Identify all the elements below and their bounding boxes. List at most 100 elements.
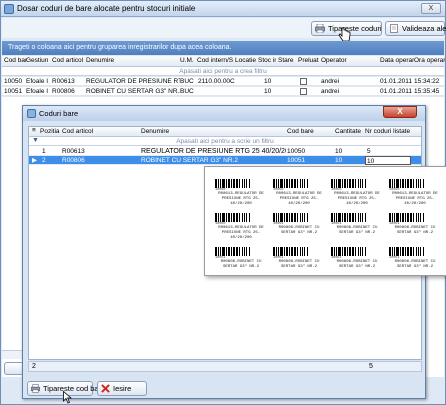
barcode-caption: R00806-ROBINET CU SERTAR G3" NR.2 bbox=[394, 260, 436, 269]
col-header[interactable]: Denumire bbox=[86, 57, 114, 64]
cell-cod-articol: R00613 bbox=[52, 78, 75, 85]
table-row[interactable]: 1 R00613 REGULATOR DE PRESIUNE RTG 25 40… bbox=[29, 147, 421, 156]
cell-gestiune: Efoale I bbox=[26, 78, 49, 85]
col-header[interactable]: Gestiun bbox=[26, 57, 48, 64]
barcode-caption: R00806-ROBINET CU SERTAR G3" NR.2 bbox=[336, 226, 378, 235]
print-barcodes-label: Tipareste cod bare bbox=[43, 384, 106, 393]
cell-cod-bare: 10050 bbox=[287, 148, 306, 155]
barcode-bars bbox=[273, 247, 323, 256]
col-header[interactable]: U.M. bbox=[180, 57, 194, 64]
red-x-icon bbox=[101, 384, 110, 393]
cell-denumire: ROBINET CU SERTAR G3" NR.2 bbox=[141, 157, 238, 164]
summary-count: 2 bbox=[32, 363, 36, 370]
preluat-checkbox[interactable] bbox=[300, 88, 307, 95]
barcode-label: 10051 R00806-ROBINET CU SERTAR G3" NR.2 bbox=[213, 247, 269, 275]
exit-button[interactable]: Iesire bbox=[97, 381, 147, 396]
arrow-cursor-icon bbox=[63, 391, 72, 404]
main-bottom-button[interactable] bbox=[4, 362, 24, 375]
barcode-bars bbox=[389, 213, 439, 222]
barcode-label: 10050 R00613-REGULATOR DE PRESIUNE RTG 25… bbox=[213, 179, 269, 207]
barcode-caption: R00613-REGULATOR DE PRESIUNE RTG 25-40/2… bbox=[276, 192, 322, 206]
main-close-button[interactable]: X bbox=[421, 3, 441, 14]
barcode-bars bbox=[331, 247, 381, 256]
validate-selection-button[interactable]: Valideaza alegerea bbox=[385, 21, 446, 36]
col-header[interactable]: Operator bbox=[321, 57, 347, 64]
row-pointer-icon: ▶ bbox=[32, 157, 37, 164]
dialog-title: Coduri bare bbox=[39, 109, 79, 118]
row-indicator-header: ≡ bbox=[32, 127, 36, 134]
grid-summary-footer: 2 5 bbox=[28, 361, 422, 372]
col-header[interactable]: Cod articol bbox=[52, 57, 83, 64]
barcode-bars bbox=[215, 247, 265, 256]
main-grid-header: Cod bar Gestiun Cod articol Denumire U.M… bbox=[2, 56, 445, 67]
col-header[interactable]: Stoc ir bbox=[258, 57, 276, 64]
table-row[interactable]: 10050 Efoale I R00613 REGULATOR DE PRESI… bbox=[2, 77, 444, 86]
col-header[interactable]: Cod bare bbox=[287, 128, 314, 135]
print-barcodes-button[interactable]: Tipareste cod bare bbox=[27, 381, 105, 396]
barcode-caption: R00806-ROBINET CU SERTAR G3" NR.2 bbox=[220, 260, 262, 269]
cell-cod-bare: 10051 bbox=[287, 157, 306, 164]
col-header[interactable]: Ora operar bbox=[414, 57, 445, 64]
col-header[interactable]: Stare bbox=[278, 57, 294, 64]
col-header[interactable]: Preluat bbox=[298, 57, 319, 64]
col-header[interactable]: Nr coduri listate bbox=[365, 128, 410, 135]
cell-nr-coduri[interactable]: 5 bbox=[367, 147, 371, 156]
dialog-close-button[interactable]: X bbox=[383, 106, 417, 118]
col-header[interactable]: Cod bar bbox=[4, 57, 27, 64]
col-header[interactable]: Cantitate bbox=[335, 128, 361, 135]
barcode-print-preview: 10050 R00613-REGULATOR DE PRESIUNE RTG 25… bbox=[204, 166, 446, 276]
barcode-caption: R00806-ROBINET CU SERTAR G3" NR.2 bbox=[394, 226, 436, 235]
cell-cod-bar: 10051 bbox=[4, 88, 23, 95]
printer-icon bbox=[31, 384, 40, 393]
barcode-bars bbox=[215, 179, 265, 188]
cell-data: 01.01.2011 bbox=[380, 88, 413, 95]
main-window-title: Dosar coduri de bare alocate pentru stoc… bbox=[17, 4, 196, 13]
printer-icon bbox=[315, 24, 325, 33]
preluat-checkbox[interactable] bbox=[300, 78, 307, 85]
barcode-caption: R00806-ROBINET CU SERTAR G3" NR.2 bbox=[278, 260, 320, 269]
barcode-label: 10050 R00613-REGULATOR DE PRESIUNE RTG 25… bbox=[271, 179, 327, 207]
barcode-caption: R00613-REGULATOR DE PRESIUNE RTG 25-40/2… bbox=[392, 192, 438, 206]
dialog-icon bbox=[27, 109, 36, 118]
barcode-label: 10051 R00806-ROBINET CU SERTAR G3" NR.2 bbox=[329, 247, 385, 275]
cell-denumire: REGULATOR DE PRESIUNE RTG 25 40/20/200 bbox=[86, 78, 180, 85]
table-row-selected[interactable]: ▶ 2 R00806 ROBINET CU SERTAR G3" NR.2 10… bbox=[29, 156, 421, 165]
cell-operator: andrei bbox=[321, 88, 340, 95]
col-header[interactable]: Pozitia bbox=[40, 128, 60, 135]
app-icon bbox=[4, 4, 14, 14]
table-row[interactable]: 10051 Efoale I R00806 ROBINET CU SERTAR … bbox=[2, 87, 444, 96]
cell-stoc: 10 bbox=[264, 78, 272, 85]
cell-denumire: REGULATOR DE PRESIUNE RTG 25 40/20/200 bbox=[141, 148, 286, 155]
col-header[interactable]: Denumire bbox=[141, 128, 169, 135]
nr-coduri-edit-input[interactable]: 10 bbox=[365, 156, 411, 165]
cell-cod-articol: R00806 bbox=[62, 157, 85, 164]
col-header[interactable]: Cod intern/S bbox=[197, 57, 233, 64]
cell-ora: 15:34:22 bbox=[414, 78, 440, 85]
cell-cod-intern: 2110.00.00C bbox=[198, 78, 235, 85]
exit-label: Iesire bbox=[113, 384, 132, 393]
barcode-label: 10050 R00613-REGULATOR DE PRESIUNE RTG 25… bbox=[387, 179, 443, 207]
cell-data: 01.01.2011 bbox=[380, 78, 413, 85]
barcode-bars bbox=[389, 247, 439, 256]
barcode-bars bbox=[331, 179, 381, 188]
document-icon bbox=[390, 24, 398, 33]
dialog-title-bar: Coduri bare X bbox=[23, 106, 425, 121]
cell-denumire: ROBINET CU SERTAR G3" NR.2 bbox=[86, 88, 180, 95]
summary-total: 5 bbox=[369, 363, 373, 370]
col-header[interactable]: Locatie bbox=[235, 57, 256, 64]
cell-cod-articol: R00613 bbox=[62, 148, 85, 155]
barcode-caption: R00613-REGULATOR DE PRESIUNE RTG 25-40/2… bbox=[218, 226, 264, 240]
dialog-filter-row[interactable]: Apasati aici pentru a scrie un filtru bbox=[29, 137, 421, 146]
main-filter-row[interactable]: Apasati aici pentru a crea filtru bbox=[2, 67, 444, 76]
group-by-bar[interactable]: Trageti o coloana aici pentru gruparea i… bbox=[2, 41, 444, 55]
barcode-label: 10051 R00806-ROBINET CU SERTAR G3" NR.2 bbox=[271, 247, 327, 275]
col-header[interactable]: Data operar bbox=[380, 57, 414, 64]
cell-cod-bar: 10050 bbox=[4, 78, 23, 85]
barcode-caption: R00613-REGULATOR DE PRESIUNE RTG 25-40/2… bbox=[218, 192, 264, 206]
cell-cod-articol: R00806 bbox=[52, 88, 75, 95]
cell-pozitia: 1 bbox=[42, 148, 46, 155]
barcode-caption: R00806-ROBINET CU SERTAR G3" NR.2 bbox=[278, 226, 320, 235]
validate-selection-label: Valideaza alegerea bbox=[402, 24, 446, 33]
col-header[interactable]: Cod articol bbox=[62, 128, 93, 135]
cell-um: BUC bbox=[180, 78, 194, 85]
